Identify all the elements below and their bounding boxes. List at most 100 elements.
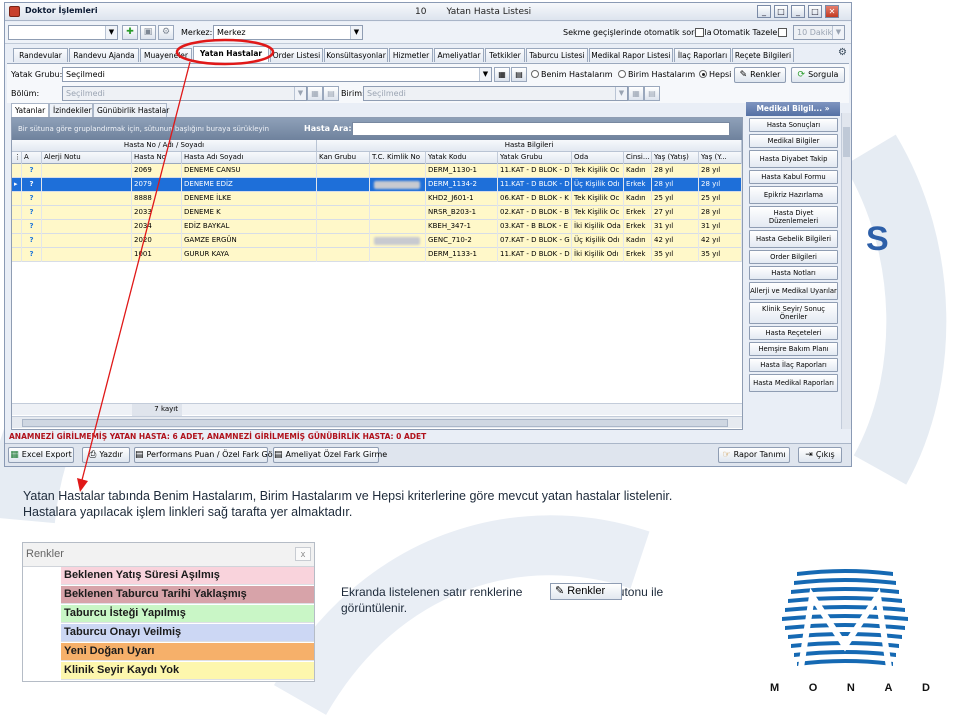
sorgula-button[interactable]: ⟳ Sorgula (791, 67, 845, 83)
side-button-11[interactable]: Hasta Reçeteleri (749, 326, 838, 340)
col-yas-yatis[interactable]: Yaş (Yatış) (652, 152, 699, 164)
rapor-tanimi-button[interactable]: ☞ Rapor Tanımı (718, 447, 790, 463)
performans-button[interactable]: ▤ Performans Puan / Özel Fark Gör. (134, 447, 278, 463)
table-row[interactable]: ? 2033 DENEME K NRSR_B203-1 02.KAT - D BLOK … (12, 206, 742, 220)
tab-randevu-ajanda[interactable]: Randevu Ajanda (69, 48, 139, 62)
birim-select-icon[interactable]: ▦ (628, 86, 644, 101)
table-row[interactable]: ? 2034 EDİZ BAYKAL KBEH_347-1 03.KAT - B BLO… (12, 220, 742, 234)
side-panel-header[interactable]: Medikal Bilgil... » (746, 102, 840, 116)
row-indicator (12, 234, 22, 248)
col-tc[interactable]: T.C. Kimlik No (370, 152, 426, 164)
tab-yatan-hastalar[interactable]: Yatan Hastalar (193, 46, 269, 62)
vertical-scrollbar[interactable] (841, 113, 851, 429)
save-icon[interactable]: ▣ (140, 25, 156, 40)
excel-export-button[interactable]: ▦ Excel Export (8, 447, 74, 463)
side-button-13[interactable]: Hasta İlaç Raporları (749, 358, 838, 372)
side-button-12[interactable]: Hemşire Bakım Planı (749, 342, 838, 356)
tab-medikal-rapor-listesi[interactable]: Medikal Rapor Listesi (589, 48, 673, 62)
tab-taburcu-listesi[interactable]: Taburcu Listesi (526, 48, 588, 62)
birim-combo[interactable]: Seçilmedi ▼ (363, 86, 628, 101)
col-yas-y[interactable]: Yaş (Y... (699, 152, 742, 164)
subtab-yatanlar[interactable]: Yatanlar (11, 103, 49, 117)
side-button-2[interactable]: Hasta Diyabet Takip (749, 150, 838, 168)
table-row[interactable]: ▸? 2079 DENEME EDİZ DERM_1134-2 11.KAT - D B… (12, 178, 742, 192)
profile-combo[interactable]: ▼ (8, 25, 118, 40)
radio-benim[interactable] (531, 70, 539, 78)
col-hasta-no[interactable]: Hasta No (132, 152, 182, 164)
col-hasta-adi[interactable]: Hasta Adı Soyadı (182, 152, 317, 164)
col-alerji-notu[interactable]: Alerji Notu (42, 152, 132, 164)
gear-icon[interactable]: ⚙ (838, 47, 847, 58)
merkez-combo[interactable]: Merkez ▼ (213, 25, 363, 40)
bolum-select-icon[interactable]: ▦ (307, 86, 323, 101)
minimize-inner-button[interactable]: _ (791, 5, 805, 18)
exit-button[interactable]: ⇥ Çıkış (798, 447, 842, 463)
radio-hepsi[interactable] (699, 70, 707, 78)
restore-button[interactable]: □ (774, 5, 788, 18)
side-button-6[interactable]: Hasta Gebelik Bilgileri (749, 230, 838, 248)
col-oda[interactable]: Oda (572, 152, 624, 164)
close-button[interactable]: ✕ (825, 5, 839, 18)
birim-clear-icon[interactable]: ▤ (644, 86, 660, 101)
col-a[interactable]: A (22, 152, 42, 164)
record-count: 7 kayıt (132, 404, 182, 416)
tab-tetkikler[interactable]: Tetkikler (485, 48, 525, 62)
yatak-grubu-combo[interactable]: Seçilmedi ▼ (62, 67, 492, 82)
subtab-izindekiler[interactable]: İzindekiler (49, 103, 93, 117)
col-cinsiyet[interactable]: Cinsi... (624, 152, 652, 164)
table-row[interactable]: ? 2020 GAMZE ERGÜN GENC_710-2 07.KAT - D BLO… (12, 234, 742, 248)
refresh-interval-combo[interactable]: 10 Dakika ▼ (793, 25, 845, 40)
col-yatak-kodu[interactable]: Yatak Kodu (426, 152, 498, 164)
tab-ilac-raporlari[interactable]: İlaç Raporları (674, 48, 731, 62)
tc-cell (370, 178, 426, 192)
side-button-14[interactable]: Hasta Medikal Raporları (749, 374, 838, 392)
close-icon[interactable]: x (295, 547, 311, 561)
tab-order-listesi[interactable]: Order Listesi (270, 48, 323, 62)
side-button-1[interactable]: Medikal Bilgiler (749, 134, 838, 148)
bolum-clear-icon[interactable]: ▤ (323, 86, 339, 101)
tab-ameliyatlar[interactable]: Ameliyatlar (434, 48, 484, 62)
side-button-4[interactable]: Epikriz Hazırlama (749, 186, 838, 204)
horizontal-scrollbar[interactable] (12, 416, 742, 428)
grid-clear-icon[interactable]: ▤ (511, 67, 527, 82)
side-button-5[interactable]: Hasta Diyet Düzenlemeleri (749, 206, 838, 228)
note-line2: görüntülenir. (341, 601, 408, 615)
tab-muayeneler[interactable]: Muayeneler (140, 48, 192, 62)
bolum-combo[interactable]: Seçilmedi ▼ (62, 86, 307, 101)
auto-refresh-checkbox[interactable] (778, 28, 787, 37)
add-icon[interactable]: ✚ (122, 25, 138, 40)
yatak-kodu-cell: DERM_1134-2 (426, 178, 498, 192)
table-row[interactable]: ? 2069 DENEME CANSU DERM_1130-1 11.KAT - D B… (12, 164, 742, 178)
auto-query-checkbox[interactable] (695, 28, 704, 37)
print-button[interactable]: ⎙ Yazdır (82, 447, 130, 463)
side-button-10[interactable]: Klinik Seyir/ Sonuç Öneriler (749, 302, 838, 324)
table-row[interactable]: ? 1001 GURUR KAYA DERM_1133-1 11.KAT - D BLO… (12, 248, 742, 262)
tab-konsultasyonlar[interactable]: Konsültasyonlar (324, 48, 388, 62)
side-button-0[interactable]: Hasta Sonuçları (749, 118, 838, 132)
search-input[interactable] (352, 122, 730, 136)
side-button-7[interactable]: Order Bilgileri (749, 250, 838, 264)
hasta-adi-cell: DENEME EDİZ (182, 178, 317, 192)
ameliyat-button[interactable]: ▤ Ameliyat Özel Fark Girme (273, 447, 387, 463)
scroll-thumb[interactable] (22, 419, 728, 427)
side-button-9[interactable]: Allerji ve Medikal Uyarılar (749, 282, 838, 300)
table-row[interactable]: ? 8888 DENEME İLKE KHD2_J601-1 06.KAT - D BL… (12, 192, 742, 206)
slide-number: 10 (415, 7, 427, 17)
renkler-button[interactable]: ✎ Renkler (734, 67, 786, 83)
redacted-value (374, 237, 420, 245)
col-yatak-grubu[interactable]: Yatak Grubu (498, 152, 572, 164)
minimize-button[interactable]: _ (757, 5, 771, 18)
col-kan-grubu[interactable]: Kan Grubu (317, 152, 370, 164)
side-button-3[interactable]: Hasta Kabul Formu (749, 170, 838, 184)
scroll-thumb[interactable] (843, 127, 850, 157)
tab-recete-bilgileri[interactable]: Reçete Bilgileri (732, 48, 794, 62)
radio-birim[interactable] (618, 70, 626, 78)
subtab-gunubirlik[interactable]: Günübirlik Hastalar (93, 103, 169, 117)
grid-select-icon[interactable]: ▦ (494, 67, 510, 82)
tab-randevular[interactable]: Randevular (13, 48, 68, 62)
tab-hizmetler[interactable]: Hizmetler (389, 48, 433, 62)
maximize-button[interactable]: □ (808, 5, 822, 18)
side-button-8[interactable]: Hasta Notları (749, 266, 838, 280)
settings-icon[interactable]: ⚙ (158, 25, 174, 40)
group-hint: Bir sütuna göre gruplandırmak için, sütu… (18, 125, 270, 133)
